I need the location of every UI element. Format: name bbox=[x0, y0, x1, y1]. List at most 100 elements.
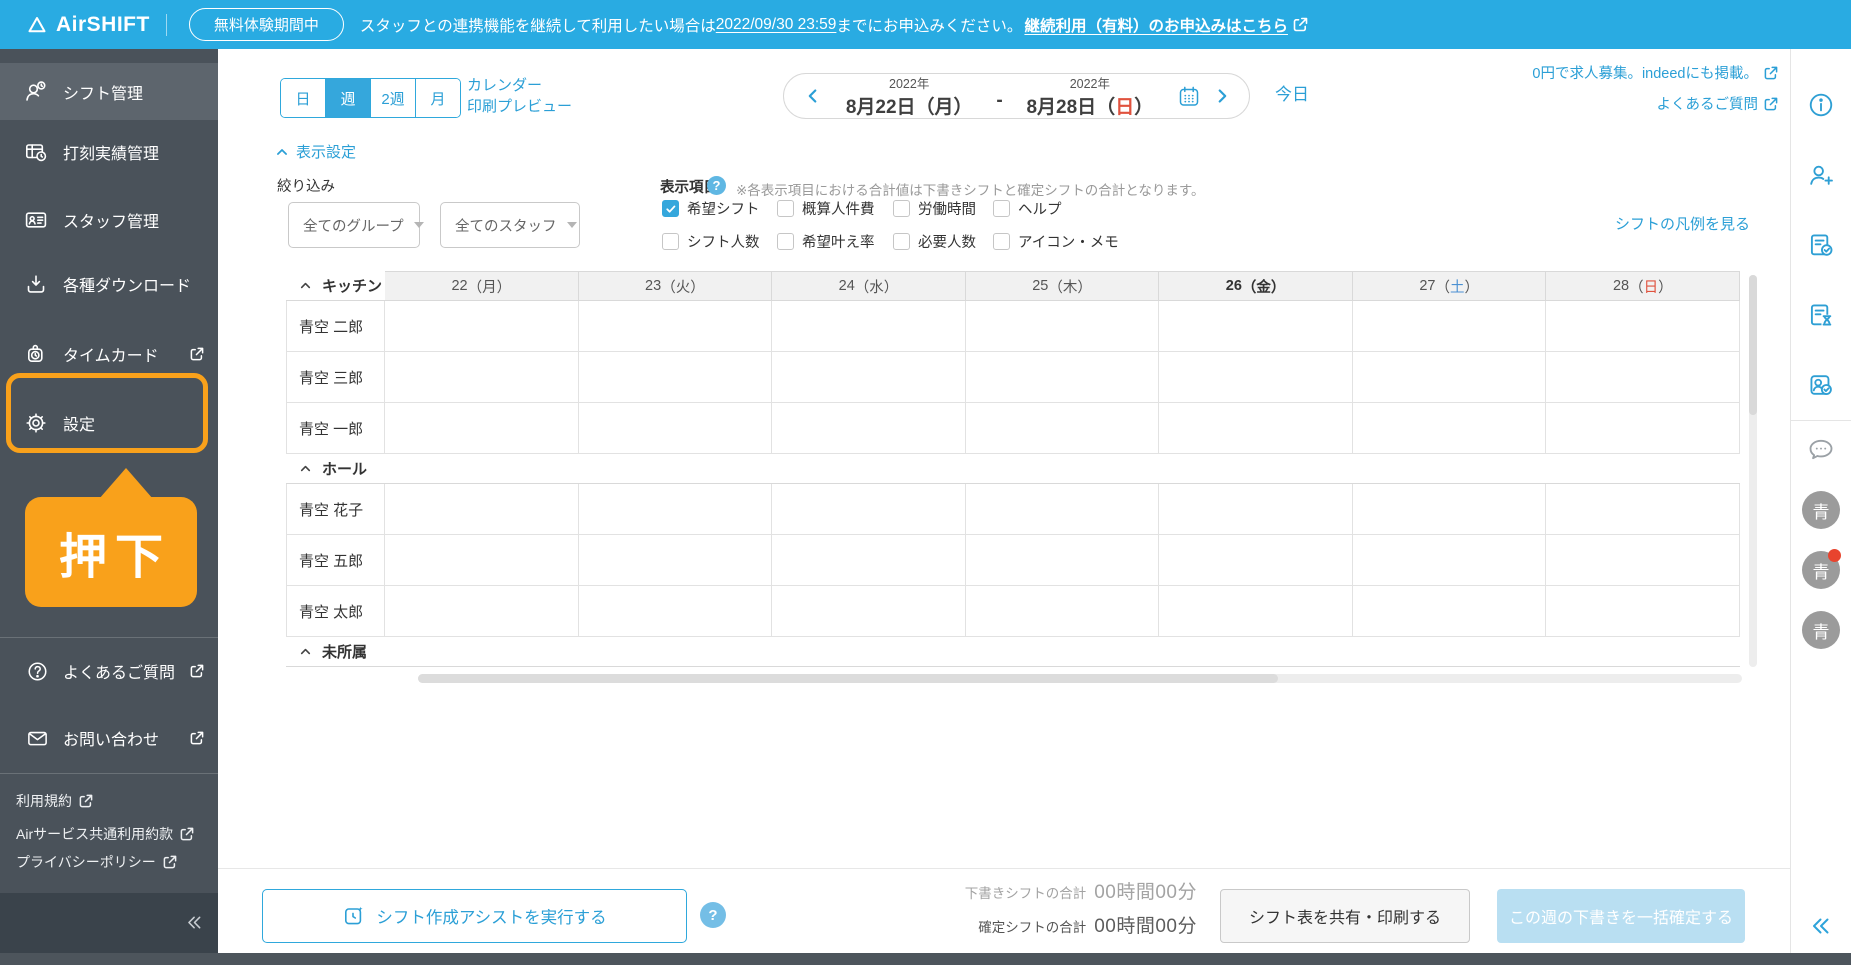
group-header-row[interactable]: ホール bbox=[286, 454, 1740, 484]
sidebar-legal-link-1[interactable]: 利用規約 bbox=[16, 791, 93, 811]
shift-cell[interactable] bbox=[966, 535, 1160, 586]
help-icon[interactable]: ? bbox=[707, 176, 726, 195]
collapse-group-icon[interactable] bbox=[299, 645, 312, 658]
rail-comment-icon[interactable] bbox=[1807, 436, 1835, 464]
shift-cell[interactable] bbox=[1546, 535, 1740, 586]
print-preview-link[interactable]: 印刷プレビュー bbox=[467, 96, 572, 117]
calendar-link[interactable]: カレンダー bbox=[467, 75, 572, 96]
help-icon[interactable]: ? bbox=[700, 902, 726, 928]
staff-avatar-2[interactable]: 青 bbox=[1802, 551, 1840, 589]
checkbox-icon[interactable] bbox=[993, 233, 1010, 250]
shift-cell[interactable] bbox=[579, 535, 773, 586]
checkbox-checked-icon[interactable] bbox=[662, 200, 679, 217]
vertical-scrollbar[interactable] bbox=[1749, 275, 1757, 667]
collapse-group-icon[interactable] bbox=[299, 462, 312, 475]
shift-cell[interactable] bbox=[1353, 484, 1547, 535]
shift-cell[interactable] bbox=[966, 484, 1160, 535]
rail-staff-check-icon[interactable] bbox=[1807, 371, 1835, 399]
shift-cell[interactable] bbox=[579, 586, 773, 637]
shift-cell[interactable] bbox=[1353, 301, 1547, 352]
sidebar-item-6[interactable]: 設定 bbox=[0, 398, 218, 448]
display-checkbox[interactable]: アイコン・メモ bbox=[993, 231, 1119, 252]
shift-cell[interactable] bbox=[772, 535, 966, 586]
shift-cell[interactable] bbox=[579, 403, 773, 454]
group-header-kitchen[interactable]: キッチン bbox=[286, 271, 385, 301]
prev-week-icon[interactable] bbox=[802, 85, 824, 107]
shift-cell[interactable] bbox=[1546, 403, 1740, 454]
sidebar-legal-link-2[interactable]: Airサービス共通利用約款 bbox=[16, 824, 194, 844]
shift-cell[interactable] bbox=[385, 535, 579, 586]
shift-cell[interactable] bbox=[772, 586, 966, 637]
sidebar-item-1[interactable]: シフト管理 bbox=[0, 63, 218, 120]
shift-legend-link[interactable]: シフトの凡例を見る bbox=[1615, 213, 1750, 234]
collapse-group-icon[interactable] bbox=[299, 279, 312, 292]
shift-cell[interactable] bbox=[1353, 403, 1547, 454]
next-week-icon[interactable] bbox=[1211, 85, 1233, 107]
rail-collapse-icon[interactable] bbox=[1809, 914, 1833, 938]
shift-cell[interactable] bbox=[1546, 484, 1740, 535]
checkbox-icon[interactable] bbox=[777, 233, 794, 250]
shift-cell[interactable] bbox=[1546, 352, 1740, 403]
shift-cell[interactable] bbox=[1159, 301, 1353, 352]
shift-cell[interactable] bbox=[772, 301, 966, 352]
staff-avatar-1[interactable]: 青 bbox=[1802, 491, 1840, 529]
sidebar-item-3[interactable]: スタッフ管理 bbox=[0, 195, 218, 245]
paid-signup-link[interactable]: 継続利用（有料）のお申込みはこちら bbox=[1024, 14, 1288, 36]
sidebar-collapse-icon[interactable] bbox=[185, 913, 204, 932]
display-checkbox[interactable]: 希望叶え率 bbox=[777, 231, 875, 252]
shift-cell[interactable] bbox=[1546, 301, 1740, 352]
sidebar-item-4[interactable]: 各種ダウンロード bbox=[0, 259, 218, 309]
shift-assist-button[interactable]: シフト作成アシストを実行する bbox=[262, 889, 687, 943]
sidebar-help-item-1[interactable]: よくあるご質問 bbox=[0, 646, 218, 696]
checkbox-icon[interactable] bbox=[662, 233, 679, 250]
view-toggle-option-2[interactable]: 週 bbox=[326, 79, 371, 117]
shift-cell[interactable] bbox=[579, 301, 773, 352]
shift-cell[interactable] bbox=[966, 403, 1160, 454]
checkbox-icon[interactable] bbox=[893, 200, 910, 217]
rail-shift-pending-icon[interactable] bbox=[1807, 301, 1835, 329]
shift-cell[interactable] bbox=[1353, 352, 1547, 403]
display-checkbox[interactable]: 希望シフト bbox=[662, 198, 760, 219]
checkbox-icon[interactable] bbox=[893, 233, 910, 250]
shift-cell[interactable] bbox=[966, 586, 1160, 637]
rail-info-icon[interactable] bbox=[1807, 91, 1835, 119]
display-checkbox[interactable]: 労働時間 bbox=[893, 198, 976, 219]
faq-link[interactable]: よくあるご質問 bbox=[1657, 93, 1779, 114]
group-header-row[interactable]: 未所属 bbox=[286, 637, 1740, 667]
display-checkbox[interactable]: シフト人数 bbox=[662, 231, 760, 252]
shift-cell[interactable] bbox=[385, 403, 579, 454]
airshift-logo[interactable]: AirSHIFT bbox=[26, 13, 150, 37]
shift-cell[interactable] bbox=[385, 301, 579, 352]
job-posting-link[interactable]: 0円で求人募集。indeedにも掲載。 bbox=[1532, 62, 1778, 83]
shift-cell[interactable] bbox=[772, 403, 966, 454]
sidebar-item-2[interactable]: 打刻実績管理 bbox=[0, 127, 218, 177]
shift-cell[interactable] bbox=[385, 484, 579, 535]
display-checkbox[interactable]: ヘルプ bbox=[993, 198, 1062, 219]
checkbox-icon[interactable] bbox=[993, 200, 1010, 217]
horizontal-scrollbar[interactable] bbox=[418, 674, 1742, 683]
group-filter-dropdown[interactable]: 全てのグループ bbox=[288, 202, 420, 248]
staff-filter-dropdown[interactable]: 全てのスタッフ bbox=[440, 202, 580, 248]
share-print-button[interactable]: シフト表を共有・印刷する bbox=[1220, 889, 1470, 943]
sidebar-help-item-2[interactable]: お問い合わせ bbox=[0, 713, 218, 763]
shift-cell[interactable] bbox=[1159, 403, 1353, 454]
calendar-picker-icon[interactable] bbox=[1177, 84, 1201, 108]
view-toggle-option-1[interactable]: 日 bbox=[281, 79, 326, 117]
display-checkbox[interactable]: 必要人数 bbox=[893, 231, 976, 252]
bulk-confirm-button[interactable]: この週の下書きを一括確定する bbox=[1497, 889, 1745, 943]
shift-cell[interactable] bbox=[385, 352, 579, 403]
shift-cell[interactable] bbox=[1159, 352, 1353, 403]
checkbox-icon[interactable] bbox=[777, 200, 794, 217]
shift-cell[interactable] bbox=[1353, 535, 1547, 586]
shift-cell[interactable] bbox=[579, 352, 773, 403]
sidebar-legal-link-3[interactable]: プライバシーポリシー bbox=[16, 852, 177, 872]
shift-cell[interactable] bbox=[579, 484, 773, 535]
display-settings-toggle[interactable]: 表示設定 bbox=[275, 141, 356, 162]
view-toggle-option-3[interactable]: 2週 bbox=[371, 79, 416, 117]
rail-shift-check-icon[interactable] bbox=[1807, 231, 1835, 259]
shift-cell[interactable] bbox=[1159, 586, 1353, 637]
display-checkbox[interactable]: 概算人件費 bbox=[777, 198, 875, 219]
sidebar-item-5[interactable]: タイムカード bbox=[0, 329, 218, 379]
shift-cell[interactable] bbox=[1546, 586, 1740, 637]
shift-cell[interactable] bbox=[966, 301, 1160, 352]
